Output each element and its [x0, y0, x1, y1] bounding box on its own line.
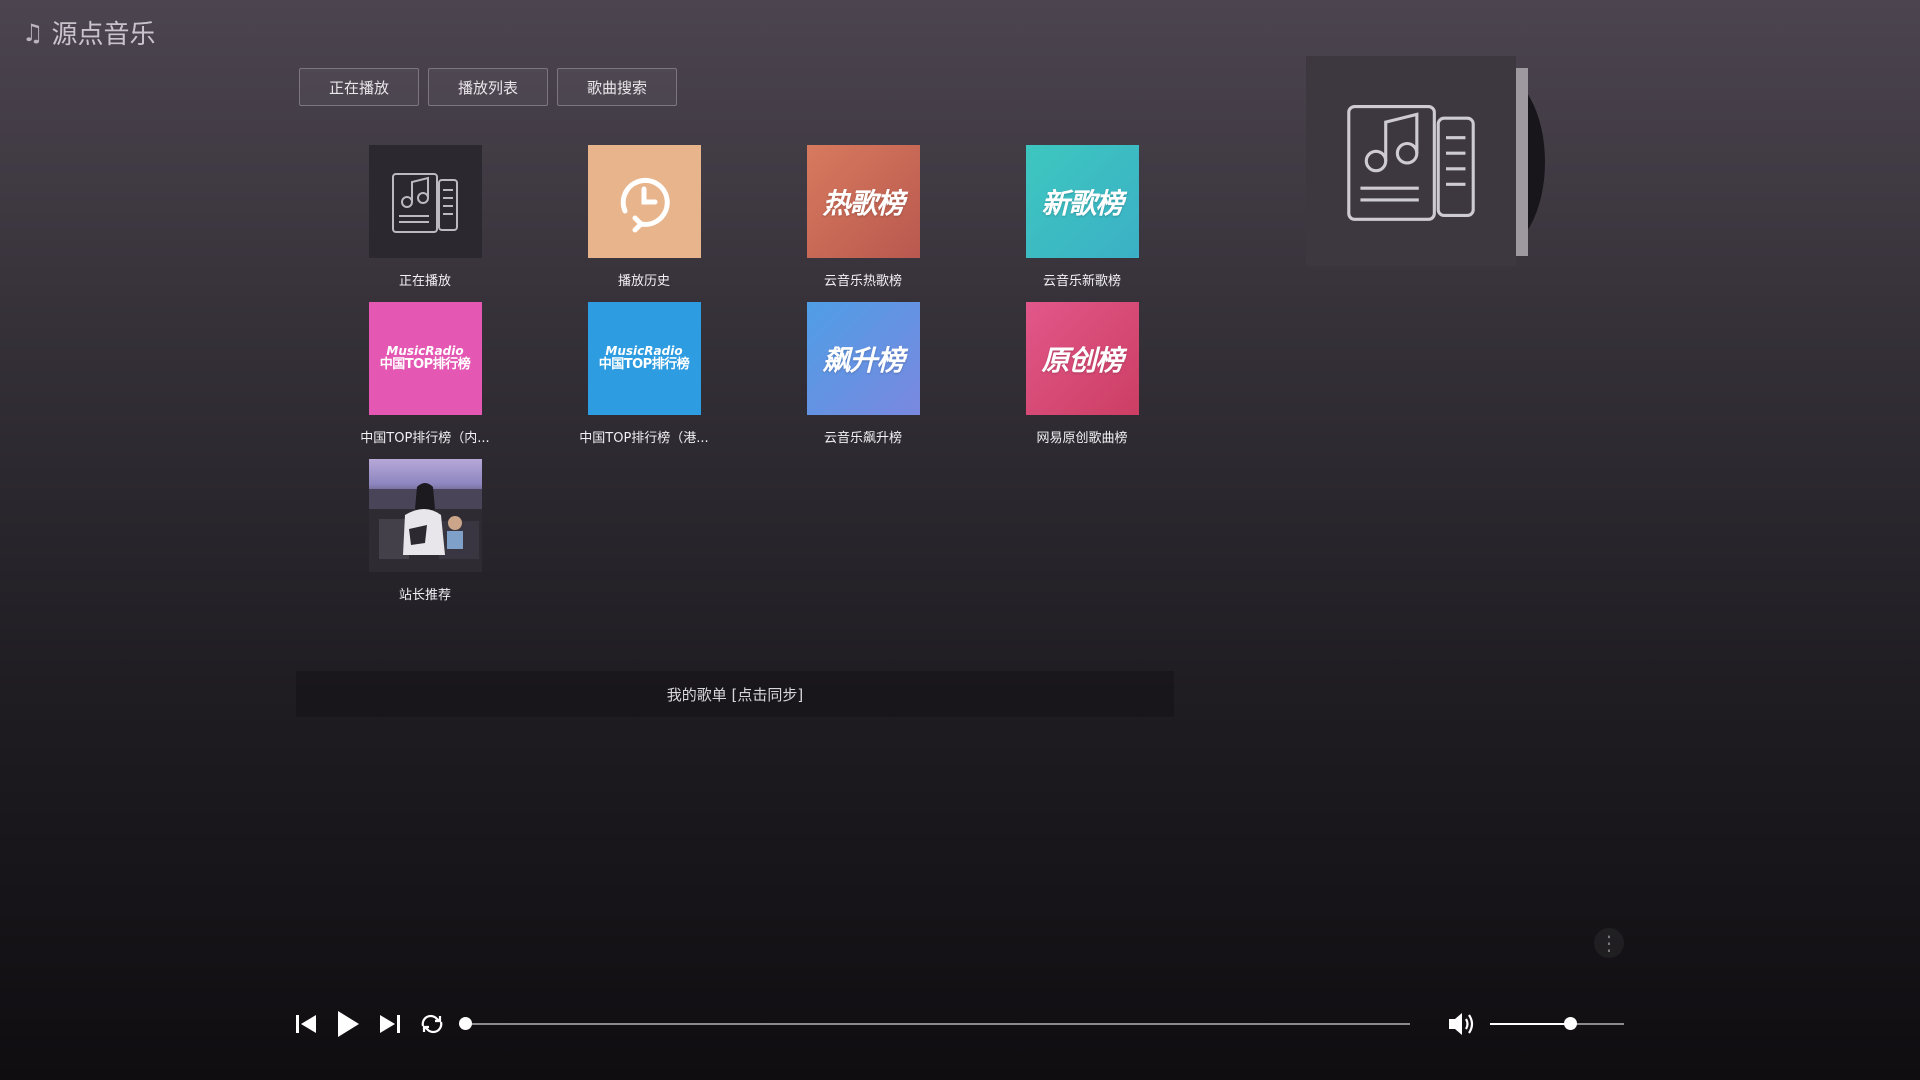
- cover-text: 热歌榜: [822, 186, 904, 220]
- tab-playlist[interactable]: 播放列表: [428, 68, 548, 106]
- new-songs-cover[interactable]: 新歌榜: [1025, 145, 1139, 258]
- card-rising-songs[interactable]: 飙升榜 云音乐飙升榜: [763, 302, 963, 445]
- card-hot-songs[interactable]: 热歌榜 云音乐热歌榜: [763, 145, 963, 288]
- cover-text: 原创榜: [1041, 343, 1123, 377]
- my-playlist-sync-bar[interactable]: 我的歌单 [点击同步]: [296, 671, 1174, 717]
- card-label: 云音乐飙升榜: [823, 431, 902, 445]
- card-now-playing[interactable]: 正在播放: [325, 145, 525, 288]
- app-logo: ♫ 源点音乐: [22, 14, 156, 51]
- rising-songs-cover[interactable]: 飙升榜: [806, 302, 920, 415]
- card-original-songs[interactable]: 原创榜 网易原创歌曲榜: [982, 302, 1182, 445]
- app-title: 源点音乐: [51, 20, 156, 50]
- cover-logo: MusicRadio 中国TOP排行榜: [598, 345, 690, 372]
- top-hk-cover[interactable]: MusicRadio 中国TOP排行榜: [587, 302, 701, 415]
- cover-text: 新歌榜: [1041, 186, 1123, 220]
- cover-logo: MusicRadio 中国TOP排行榜: [379, 345, 471, 372]
- card-admin-picks[interactable]: 站长推荐: [325, 459, 525, 602]
- now-playing-cover[interactable]: [368, 145, 482, 258]
- card-label: 中国TOP排行榜（港...: [579, 431, 709, 445]
- volume-fill: [1490, 1023, 1571, 1025]
- volume-slider[interactable]: [1490, 1017, 1624, 1030]
- original-songs-cover[interactable]: 原创榜: [1025, 302, 1139, 415]
- play-icon[interactable]: [334, 1008, 362, 1040]
- tab-song-search[interactable]: 歌曲搜索: [557, 68, 677, 106]
- music-sheet-icon: [1347, 105, 1475, 221]
- card-new-songs[interactable]: 新歌榜 云音乐新歌榜: [982, 145, 1182, 288]
- card-play-history[interactable]: 播放历史: [544, 145, 744, 288]
- admin-picks-cover[interactable]: [368, 459, 482, 572]
- history-clock-icon: [620, 177, 670, 232]
- card-label: 正在播放: [398, 274, 451, 288]
- next-track-icon[interactable]: [376, 1008, 404, 1040]
- card-label: 播放历史: [617, 274, 670, 288]
- volume-icon[interactable]: [1446, 1010, 1476, 1042]
- card-label: 网易原创歌曲榜: [1036, 431, 1128, 445]
- volume-handle[interactable]: [1564, 1017, 1578, 1030]
- previous-track-icon[interactable]: [292, 1008, 320, 1040]
- music-sheet-icon: [392, 172, 458, 233]
- progress-bar[interactable]: [459, 1017, 1410, 1030]
- card-label: 云音乐新歌榜: [1042, 274, 1121, 288]
- cover-subtext: 中国TOP排行榜: [598, 356, 690, 372]
- top-mainland-cover[interactable]: MusicRadio 中国TOP排行榜: [368, 302, 482, 415]
- hot-songs-cover[interactable]: 热歌榜: [806, 145, 920, 258]
- album-art: [1306, 56, 1516, 266]
- card-top-hk[interactable]: MusicRadio 中国TOP排行榜 中国TOP排行榜（港...: [544, 302, 744, 445]
- playlist-grid: 正在播放 播放历史 热歌榜 云音乐热歌榜 新歌榜 云音乐新歌榜 MusicRad…: [325, 145, 1182, 602]
- music-note-icon: ♫: [22, 18, 44, 47]
- repeat-icon[interactable]: [418, 1008, 446, 1040]
- more-options-icon[interactable]: ⋮: [1594, 928, 1624, 958]
- play-history-cover[interactable]: [587, 145, 701, 258]
- card-label: 中国TOP排行榜（内...: [360, 431, 490, 445]
- cover-subtext: 中国TOP排行榜: [379, 356, 471, 372]
- progress-handle[interactable]: [459, 1017, 472, 1030]
- card-label: 站长推荐: [398, 588, 451, 602]
- tab-bar: 正在播放 播放列表 歌曲搜索: [299, 68, 677, 106]
- cover-text: 飙升榜: [822, 343, 904, 377]
- tab-now-playing[interactable]: 正在播放: [299, 68, 419, 106]
- player-controls: [292, 1008, 446, 1040]
- photo-image: [368, 483, 482, 572]
- card-top-mainland[interactable]: MusicRadio 中国TOP排行榜 中国TOP排行榜（内...: [325, 302, 525, 445]
- card-label: 云音乐热歌榜: [823, 274, 902, 288]
